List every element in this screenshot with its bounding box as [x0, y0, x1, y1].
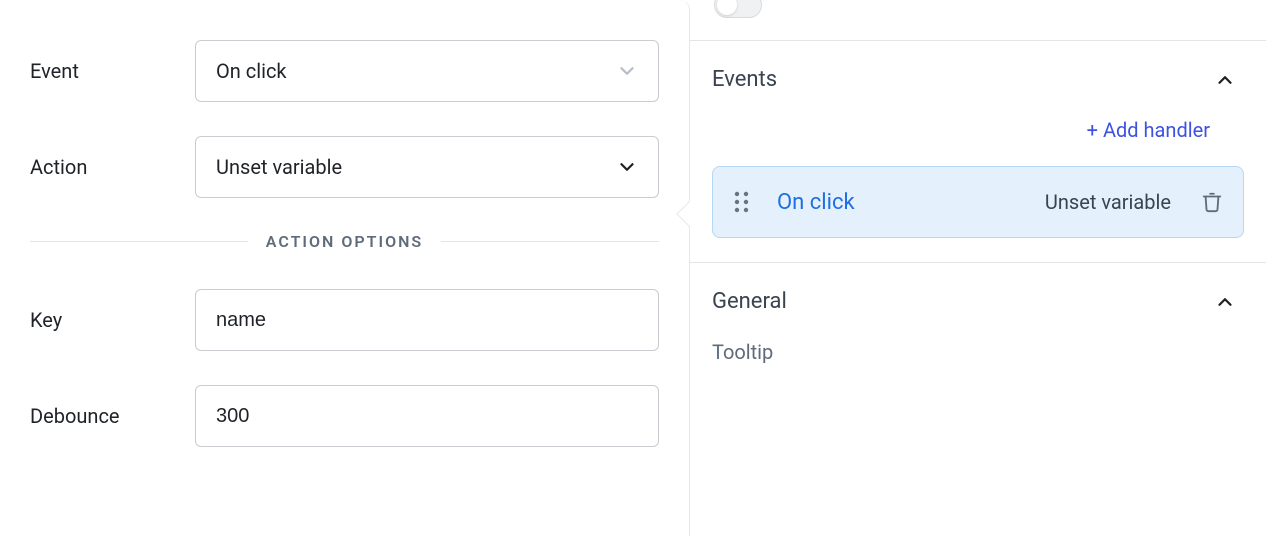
trash-icon[interactable] [1201, 189, 1223, 215]
chevron-down-icon [616, 60, 638, 82]
debounce-row: Debounce [30, 385, 659, 447]
event-label: Event [30, 59, 195, 83]
toggle-row [690, 0, 1266, 40]
event-select-value: On click [216, 59, 287, 83]
handler-editor-panel: Event On click Action Unset variable ACT… [0, 0, 690, 536]
action-options-divider: ACTION OPTIONS [30, 232, 659, 251]
general-section: General Tooltip [690, 262, 1266, 364]
chevron-down-icon [616, 156, 638, 178]
action-select[interactable]: Unset variable [195, 136, 659, 198]
key-label: Key [30, 308, 195, 332]
key-input[interactable] [195, 289, 659, 351]
tooltip-label: Tooltip [690, 340, 1266, 364]
action-row: Action Unset variable [30, 136, 659, 198]
properties-sidebar: Events + Add handler On click Unset vari… [690, 0, 1266, 536]
action-label: Action [30, 155, 195, 179]
general-title: General [712, 289, 787, 314]
add-handler-link[interactable]: + Add handler [690, 118, 1266, 166]
debounce-label: Debounce [30, 404, 195, 428]
toggle-switch[interactable] [714, 0, 762, 18]
handler-action-label: Unset variable [1045, 190, 1171, 214]
debounce-input[interactable] [195, 385, 659, 447]
event-row: Event On click [30, 40, 659, 102]
event-select[interactable]: On click [195, 40, 659, 102]
drag-handle-icon[interactable] [733, 189, 751, 215]
chevron-up-icon [1214, 69, 1236, 91]
general-header[interactable]: General [690, 263, 1266, 340]
handler-event-label: On click [777, 190, 855, 215]
events-header[interactable]: Events [690, 41, 1266, 118]
chevron-up-icon [1214, 291, 1236, 313]
events-section: Events + Add handler On click Unset vari… [690, 40, 1266, 262]
action-options-label: ACTION OPTIONS [248, 232, 441, 251]
key-row: Key [30, 289, 659, 351]
action-select-value: Unset variable [216, 155, 342, 179]
handler-row[interactable]: On click Unset variable [712, 166, 1244, 238]
events-title: Events [712, 67, 777, 92]
